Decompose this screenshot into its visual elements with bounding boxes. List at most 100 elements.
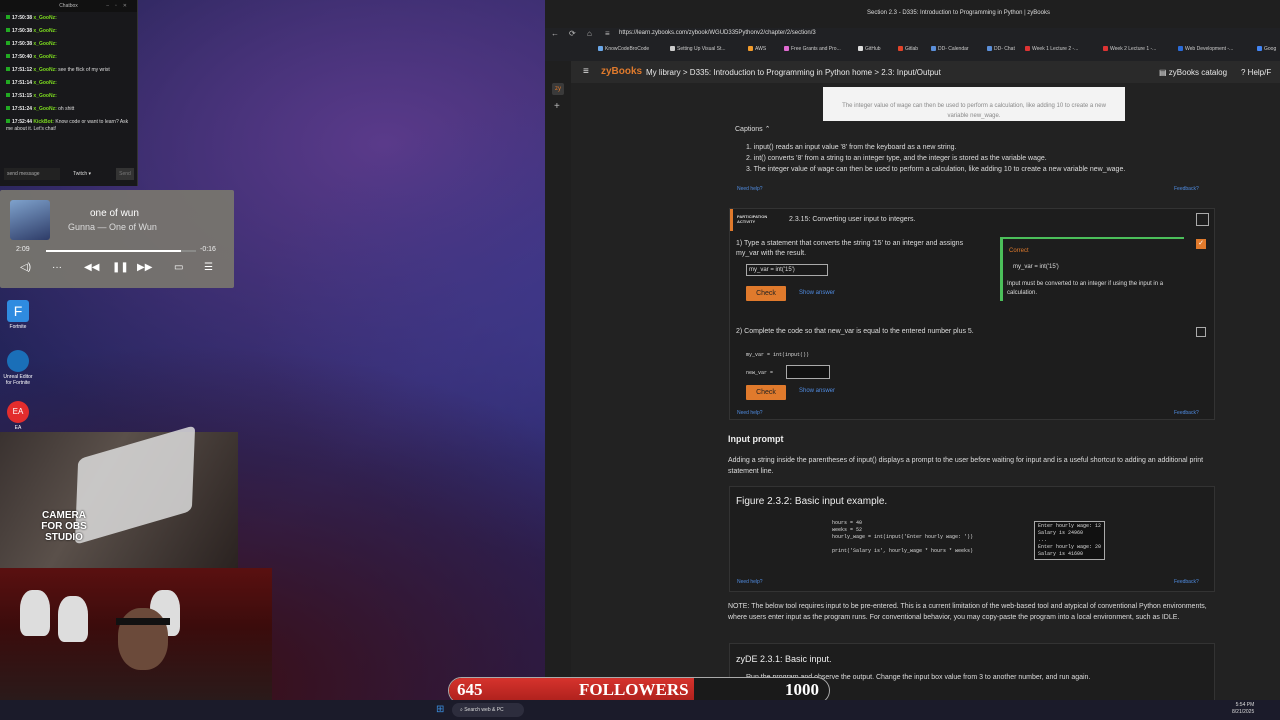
bookmark-item[interactable]: AWS	[748, 46, 766, 52]
zybooks-content: The integer value of wage can then be us…	[571, 83, 1280, 703]
url-field[interactable]: https://learn.zybooks.com/zybook/WGUD335…	[619, 30, 816, 36]
more-icon[interactable]: ···	[52, 262, 62, 273]
bookmark-item[interactable]: DD- Chat	[987, 46, 1015, 52]
elapsed-time: 2:09	[16, 246, 30, 253]
next-icon[interactable]: ▶▶	[137, 262, 152, 273]
activity-completion-box	[1196, 213, 1209, 226]
desktop-icon-unreal[interactable]: Unreal Editor for Fortnite	[0, 350, 36, 386]
chat-timestamp: 17:51:14	[12, 80, 33, 86]
input-prompt-heading: Input prompt	[728, 434, 784, 444]
follower-goal: 1000	[785, 680, 819, 699]
webcam-feed	[0, 568, 272, 700]
keyboard-camera: CAMERA FOR OBS STUDIO	[0, 425, 238, 570]
bookmark-item[interactable]: DD- Calendar	[931, 46, 969, 52]
zybooks-logo[interactable]: zyBooks	[601, 66, 642, 77]
question-1-answer-input[interactable]: my_var = int('15')	[746, 264, 828, 276]
figure-2-3-2: Figure 2.3.2: Basic input example. hours…	[729, 486, 1215, 592]
bookmark-item[interactable]: Web Development -...	[1178, 46, 1233, 52]
windows-start-icon[interactable]: ⊞	[436, 704, 444, 715]
active-tab[interactable]: Section 2.3 - D335: Introduction to Prog…	[867, 10, 1050, 16]
show-answer-link[interactable]: Show answer	[799, 388, 835, 394]
bookmark-label: Week 1 Lecture 2 -...	[1032, 46, 1079, 52]
bookmark-item[interactable]: Week 1 Lecture 2 -...	[1025, 46, 1078, 52]
need-help-link[interactable]: Need help?	[737, 186, 763, 192]
back-icon[interactable]: ←	[551, 29, 559, 38]
question-2-code-line-2: new_var =	[746, 370, 777, 376]
question-2-status-box	[1196, 327, 1206, 337]
platform-select-value: Twitch	[73, 171, 88, 177]
chat-timestamp: 17:51:12	[12, 67, 33, 73]
stormtrooper-figure	[20, 590, 50, 636]
remaining-time: -0:16	[200, 246, 216, 253]
bookmark-label: DD- Calendar	[938, 46, 969, 52]
activity-accent	[730, 209, 733, 231]
pause-icon[interactable]: ❚❚	[112, 262, 129, 273]
activity-tag: PARTICIPATION ACTIVITY	[737, 214, 768, 224]
menu-icon[interactable]: ≡	[583, 66, 589, 77]
need-help-link[interactable]: Need help?	[737, 579, 763, 585]
clock-date: 8/21/2025	[1232, 709, 1255, 715]
show-answer-link[interactable]: Show answer	[799, 290, 835, 296]
question-2-answer-input[interactable]	[786, 365, 830, 379]
chat-message: 17:50:38 x_GooNz:	[0, 25, 137, 38]
check-button[interactable]: Check	[746, 286, 786, 301]
bookmark-icon	[858, 46, 863, 51]
note-paragraph: NOTE: The below tool requires input to b…	[728, 603, 1207, 621]
chat-timestamp: 17:50:38	[12, 15, 33, 21]
desktop-icon-ea[interactable]: EA EA	[0, 401, 36, 431]
feedback-link[interactable]: Feedback?	[1174, 186, 1199, 192]
site-info-icon[interactable]: ≡	[605, 29, 610, 38]
figure-output: Enter hourly wage: 12 Salary is 24960 ..…	[1034, 521, 1106, 560]
bookmark-label: GitHub	[865, 46, 881, 52]
fortnite-icon: F	[7, 300, 29, 322]
bookmark-label: AWS	[755, 46, 767, 52]
add-icon[interactable]: +	[554, 101, 560, 112]
platform-select[interactable]: Twitch ▾	[70, 168, 114, 180]
bookmark-item[interactable]: KnowCodeBroCode	[598, 46, 649, 52]
bookmark-icon	[1103, 46, 1108, 51]
captions-toggle[interactable]: Captions ⌃	[735, 125, 770, 133]
desktop-icon-fortnite[interactable]: F Fortnite	[0, 300, 36, 330]
bookmark-item[interactable]: Free Grants and Pro...	[784, 46, 841, 52]
reload-icon[interactable]: ⟳	[569, 29, 576, 38]
window-controls[interactable]: –▫✕	[106, 0, 133, 12]
lyrics-icon[interactable]: ▭	[174, 262, 183, 273]
taskbar-search[interactable]: ⌕ Search web & PC	[452, 703, 524, 717]
help-link[interactable]: ? Help/F	[1241, 68, 1271, 77]
breadcrumb[interactable]: My library > D335: Introduction to Progr…	[646, 68, 941, 77]
bookmark-label: Goog	[1264, 46, 1277, 52]
clock-time: 5:54 PM	[1235, 702, 1255, 708]
zyde-title: zyDE 2.3.1: Basic input.	[736, 654, 832, 664]
previous-icon[interactable]: ◀◀	[84, 262, 99, 273]
need-help-link[interactable]: Need help?	[737, 410, 763, 416]
zybooks-side-icon[interactable]: zy	[552, 83, 564, 95]
chatbox-window: Chatbox –▫✕ 17:50:38 x_GooNz: 17:50:38 x_…	[0, 0, 138, 186]
catalog-label: zyBooks catalog	[1168, 68, 1228, 77]
bookmark-item[interactable]: Goog	[1257, 46, 1276, 52]
catalog-link[interactable]: ▤ zyBooks catalog	[1159, 68, 1227, 77]
chat-username: KickBot:	[33, 119, 54, 125]
camera-label: CAMERA FOR OBS STUDIO	[41, 510, 87, 543]
bookmark-item[interactable]: Gitlab	[898, 46, 918, 52]
zybooks-header: ≡ zyBooks My library > D335: Introductio…	[571, 61, 1280, 83]
chat-message-input[interactable]: send message	[4, 168, 60, 180]
queue-icon[interactable]: ☰	[204, 262, 213, 273]
feedback-link[interactable]: Feedback?	[1174, 579, 1199, 585]
bookmark-item[interactable]: GitHub	[858, 46, 881, 52]
bookmark-item[interactable]: Week 2 Lecture 1 -...	[1103, 46, 1156, 52]
caption-item: 1. input() reads an input value '8' from…	[746, 144, 957, 151]
activity-title: 2.3.15: Converting user input to integer…	[789, 216, 916, 223]
send-button[interactable]: Send	[116, 168, 134, 180]
clock[interactable]: 5:54 PM 8/21/2025	[1232, 702, 1254, 716]
check-button[interactable]: Check	[746, 385, 786, 400]
home-icon[interactable]: ⌂	[587, 29, 592, 38]
feedback-link[interactable]: Feedback?	[1174, 410, 1199, 416]
chat-username: x_GooNz:	[33, 28, 57, 34]
seek-bar[interactable]	[46, 250, 196, 252]
chat-username: x_GooNz:	[33, 15, 57, 21]
volume-icon[interactable]: ◁)	[20, 262, 31, 273]
headband	[116, 618, 170, 625]
bookmark-item[interactable]: Setting Up Visual St...	[670, 46, 726, 52]
question-1-text: 1) Type a statement that converts the st…	[736, 240, 964, 257]
bookmark-icon	[784, 46, 789, 51]
